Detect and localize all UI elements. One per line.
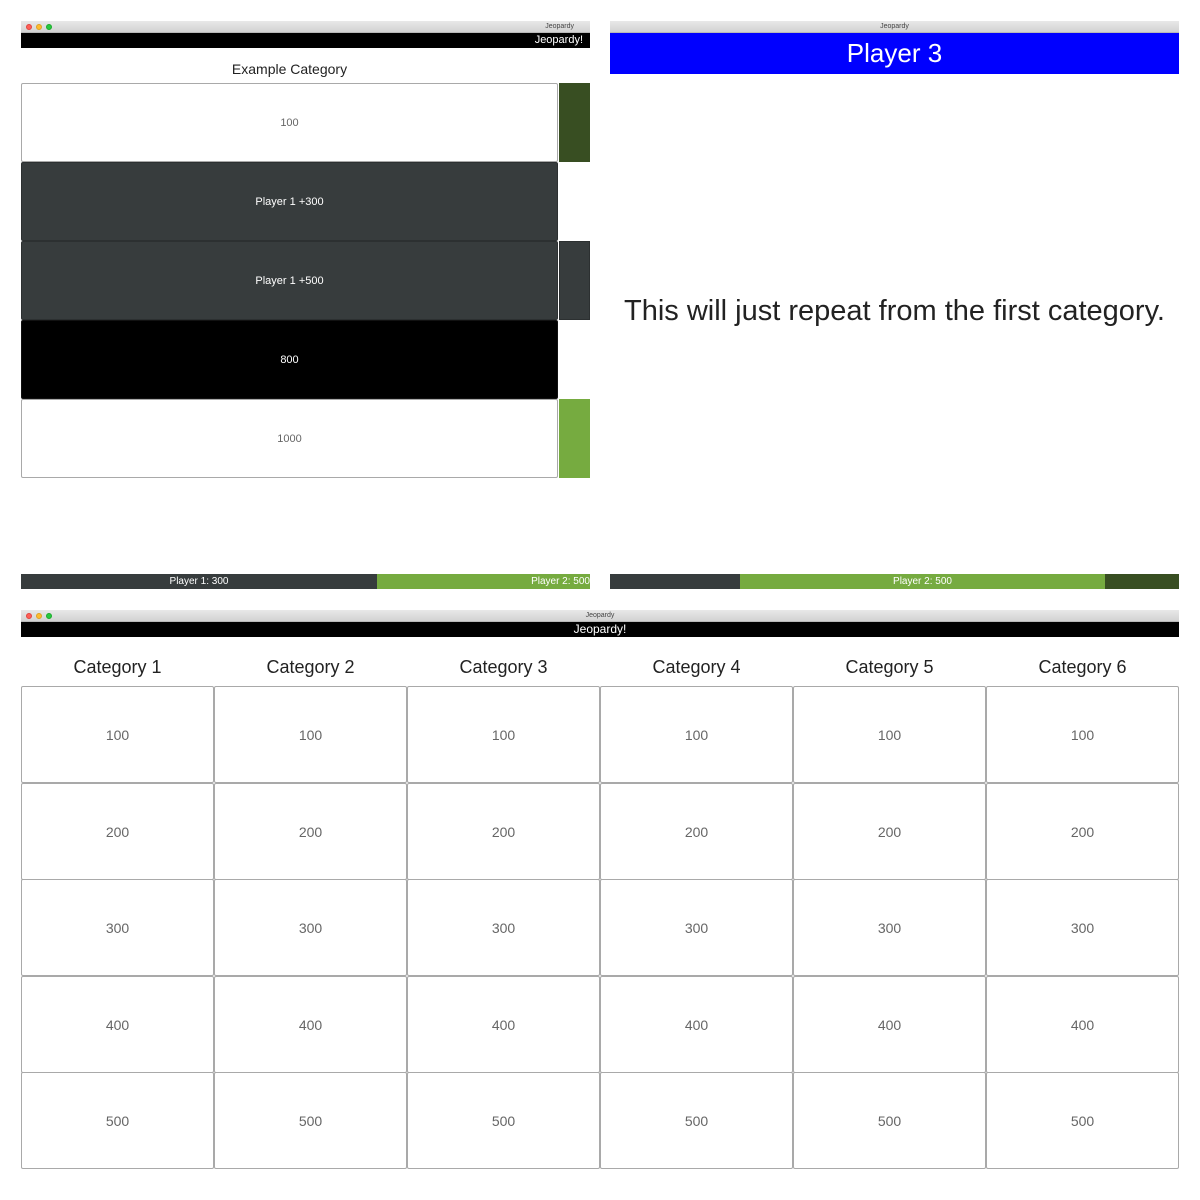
next-column-tile-edge <box>559 83 590 162</box>
selected-tile[interactable]: 800 <box>21 320 558 399</box>
question-tile[interactable]: 100 <box>407 686 600 783</box>
category-header: Category 3 <box>459 657 548 677</box>
question-tile[interactable]: 500 <box>793 1072 986 1169</box>
player-score-label: Player 2: 500 <box>893 576 952 587</box>
question-tile[interactable]: 200 <box>214 783 407 880</box>
category-column: Category 6 100 200 300 400 500 <box>986 650 1179 1169</box>
question-tile[interactable]: 500 <box>600 1072 793 1169</box>
player-1-score: Player 1: 300 <box>21 574 377 589</box>
question-tile[interactable]: 400 <box>986 976 1179 1073</box>
question-tile[interactable]: 200 <box>793 783 986 880</box>
question-tile[interactable]: 100 <box>793 686 986 783</box>
answered-tile[interactable]: Player 1 +300 <box>21 162 558 241</box>
category-header: Category 4 <box>652 657 741 677</box>
app-header: Jeopardy! <box>21 33 590 48</box>
player-1-score <box>610 574 740 589</box>
title-bar: Jeopardy <box>21 610 1179 622</box>
question-tile[interactable]: 300 <box>214 879 407 976</box>
question-tile[interactable]: 300 <box>21 879 214 976</box>
category-column: Category 1 100 200 300 400 500 <box>21 650 214 1169</box>
player-3-score <box>1105 574 1179 589</box>
game-board-window: Jeopardy Jeopardy! Category 1 100 200 300 40… <box>21 610 1179 1179</box>
question-tile[interactable]: 400 <box>407 976 600 1073</box>
question-tile[interactable]: 100 <box>214 686 407 783</box>
category-column: Category 5 100 200 300 400 500 <box>793 650 986 1169</box>
question-tile[interactable]: 200 <box>986 783 1179 880</box>
category-header: Category 1 <box>73 657 162 677</box>
category-header: Category 2 <box>266 657 355 677</box>
category-column: Category 4 100 200 300 400 500 <box>600 650 793 1169</box>
window-title: Jeopardy <box>880 23 909 30</box>
question-tile[interactable]: 100 <box>986 686 1179 783</box>
category-column: Category 2 100 200 300 400 500 <box>214 650 407 1169</box>
window-title: Jeopardy <box>545 23 574 30</box>
question-view-window: Jeopardy Player 3 This will just repeat … <box>610 21 1179 590</box>
player-score-label: Player 1: 300 <box>169 576 229 587</box>
question-tile[interactable]: 100 <box>21 83 558 162</box>
category-header: Category 6 <box>1038 657 1127 677</box>
question-tile[interactable]: 500 <box>407 1072 600 1169</box>
next-column-tile-edge <box>559 399 590 478</box>
question-tile[interactable]: 100 <box>600 686 793 783</box>
next-column-tile-edge <box>559 241 590 320</box>
score-bar: Player 2: 500 <box>610 574 1179 589</box>
question-tile[interactable]: 400 <box>600 976 793 1073</box>
category-title: Example Category <box>231 61 348 77</box>
player-2-score: Player 2: 500 <box>377 574 590 589</box>
question-tile[interactable]: 300 <box>407 879 600 976</box>
question-tile[interactable]: 1000 <box>21 399 558 478</box>
score-bar: Player 1: 300 Player 2: 500 <box>21 574 590 589</box>
question-tile[interactable]: 200 <box>600 783 793 880</box>
question-tile[interactable]: 500 <box>214 1072 407 1169</box>
question-tile[interactable]: 200 <box>21 783 214 880</box>
category-view-window: Jeopardy Jeopardy! Example Category 100 … <box>21 21 590 590</box>
question-tile[interactable]: 500 <box>21 1072 214 1169</box>
answered-tile[interactable]: Player 1 +500 <box>21 241 558 320</box>
question-tile[interactable]: 300 <box>793 879 986 976</box>
question-tile[interactable]: 400 <box>793 976 986 1073</box>
player-2-score: Player 2: 500 <box>740 574 1105 589</box>
question-tile[interactable]: 400 <box>21 976 214 1073</box>
category-header: Category 5 <box>845 657 934 677</box>
question-tile[interactable]: 400 <box>214 976 407 1073</box>
player-banner: Player 3 <box>610 33 1179 74</box>
question-tile[interactable]: 300 <box>600 879 793 976</box>
question-tile[interactable]: 200 <box>407 783 600 880</box>
title-bar: Jeopardy <box>21 21 590 33</box>
question-text: This will just repeat from the first cat… <box>624 295 1165 327</box>
player-score-label: Player 2: 500 <box>531 576 590 587</box>
title-bar: Jeopardy <box>610 21 1179 33</box>
window-title: Jeopardy <box>585 612 615 619</box>
app-header: Jeopardy! <box>21 622 1179 637</box>
question-tile[interactable]: 100 <box>21 686 214 783</box>
question-tile[interactable]: 300 <box>986 879 1179 976</box>
question-tile[interactable]: 500 <box>986 1072 1179 1169</box>
category-column: Category 3 100 200 300 400 500 <box>407 650 600 1169</box>
